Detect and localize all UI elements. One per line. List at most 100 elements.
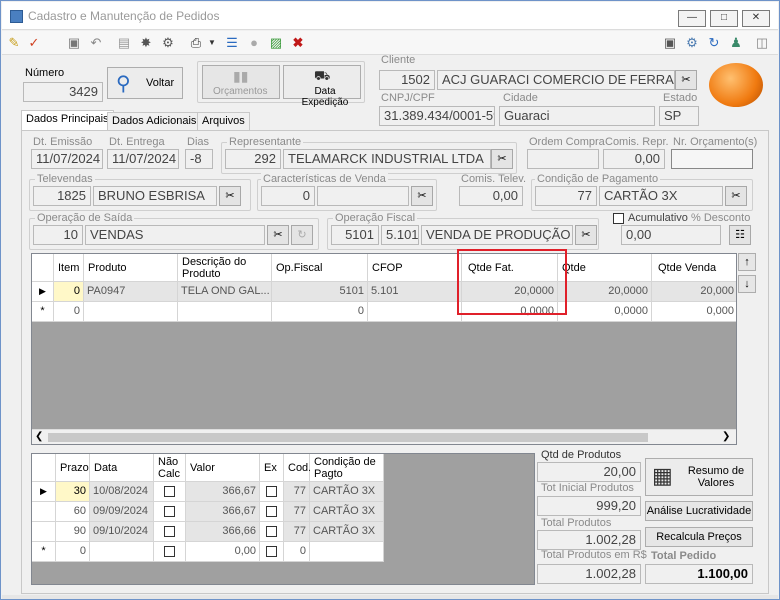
table-cell[interactable]: 60 xyxy=(56,502,90,522)
recalcula-precos-button[interactable]: Recalcula Preços xyxy=(645,527,753,547)
close-icon[interactable]: ✕ xyxy=(742,10,770,27)
dt-entrega-field[interactable]: 11/07/2024 xyxy=(107,149,179,169)
table-cell[interactable]: 77 xyxy=(284,482,310,502)
col-header-data[interactable]: Data xyxy=(90,454,154,482)
operacao-saida-name-field[interactable]: VENDAS xyxy=(85,225,265,245)
televendas-name-field[interactable]: BRUNO ESBRISA xyxy=(93,186,217,206)
table-cell[interactable]: CARTÃO 3X xyxy=(310,482,384,502)
list-icon[interactable]: ☰ xyxy=(224,35,240,51)
row-indicator[interactable] xyxy=(32,522,56,542)
table-cell[interactable]: 10/08/2024 xyxy=(90,482,154,502)
table-cell[interactable]: TELA OND GAL... xyxy=(178,282,272,302)
col-header-item[interactable]: Item xyxy=(54,254,84,282)
table-cell[interactable]: 0 xyxy=(54,302,84,322)
table-cell[interactable] xyxy=(84,302,178,322)
checkbox[interactable] xyxy=(266,545,277,557)
checkbox-cell[interactable] xyxy=(260,542,284,562)
resumo-valores-button[interactable]: ▦ Resumo de Valores xyxy=(645,458,753,496)
col-header-condicao[interactable]: Condição de Pagto xyxy=(310,454,384,482)
table-cell[interactable]: 09/09/2024 xyxy=(90,502,154,522)
table-cell[interactable]: 20,000 xyxy=(652,282,736,302)
scroll-left-icon[interactable]: ❮ xyxy=(35,431,43,442)
voltar-button[interactable]: ⚲ Voltar xyxy=(107,67,183,99)
block-icon[interactable]: ● xyxy=(246,35,262,51)
operacao-fiscal-lookup-button[interactable]: ✂ xyxy=(575,225,597,245)
horizontal-scrollbar[interactable]: ❮ ❯ xyxy=(32,429,736,444)
print-icon[interactable]: ⎙ xyxy=(188,35,204,51)
checkbox-cell[interactable] xyxy=(154,522,186,542)
cliente-lookup-button[interactable]: ✂ xyxy=(675,70,697,90)
col-header-descricao[interactable]: Descrição do Produto xyxy=(178,254,272,282)
table-cell[interactable]: 366,67 xyxy=(186,482,260,502)
refresh-icon[interactable]: ↻ xyxy=(706,35,722,51)
row-indicator[interactable]: ▶ xyxy=(32,282,54,302)
table-cell[interactable]: 90 xyxy=(56,522,90,542)
operacao-saida-refresh-button[interactable]: ↻ xyxy=(291,225,313,245)
row-indicator[interactable]: * xyxy=(32,542,56,562)
operacao-saida-code-field[interactable]: 10 xyxy=(33,225,83,245)
col-header-prazo[interactable]: Prazo xyxy=(56,454,90,482)
condicao-lookup-button[interactable]: ✂ xyxy=(725,186,747,206)
move-up-button[interactable]: ↑ xyxy=(738,253,756,271)
table-cell[interactable]: 77 xyxy=(284,522,310,542)
nr-orcamento-field[interactable] xyxy=(671,149,753,169)
cliente-code-field[interactable]: 1502 xyxy=(379,70,435,90)
table-cell[interactable]: PA0947 xyxy=(84,282,178,302)
checkbox-cell[interactable] xyxy=(260,482,284,502)
col-header-produto[interactable]: Produto xyxy=(84,254,178,282)
table-cell[interactable]: 20,0000 xyxy=(558,282,652,302)
desconto-settings-button[interactable]: ☷ xyxy=(729,225,751,245)
cliente-name-field[interactable]: ACJ GUARACI COMERCIO DE FERRAGI xyxy=(437,70,675,90)
caracteristicas-name-field[interactable] xyxy=(317,186,409,206)
col-header-qtde-venda[interactable]: Qtde Venda xyxy=(652,254,736,282)
checkbox[interactable] xyxy=(266,505,277,517)
col-header-nao-calc[interactable]: Não Calc xyxy=(154,454,186,482)
checkbox[interactable] xyxy=(164,525,175,537)
table-cell[interactable]: 0,0000 xyxy=(558,302,652,322)
operacao-fiscal-name-field[interactable]: VENDA DE PRODUÇÃO I xyxy=(421,225,573,245)
table-cell[interactable]: 366,67 xyxy=(186,502,260,522)
export-icon[interactable]: ▨ xyxy=(268,35,284,51)
table-cell[interactable]: 5101 xyxy=(272,282,368,302)
estado-field[interactable]: SP xyxy=(659,106,699,126)
scroll-right-icon[interactable]: ❯ xyxy=(722,431,730,442)
delete-icon[interactable]: ✖ xyxy=(290,35,306,51)
caracteristicas-code-field[interactable]: 0 xyxy=(261,186,315,206)
data-expedicao-button[interactable]: ⛟ Data Expedição xyxy=(283,65,361,108)
maximize-icon[interactable]: □ xyxy=(710,10,738,27)
filter-icon[interactable]: ✸ xyxy=(138,35,154,51)
new-icon[interactable]: ✎ xyxy=(6,35,22,51)
table-cell[interactable]: 0 xyxy=(272,302,368,322)
table-cell[interactable]: 0 xyxy=(284,542,310,562)
table-cell[interactable] xyxy=(90,542,154,562)
table-cell[interactable]: 0,00 xyxy=(186,542,260,562)
tab-arquivos[interactable]: Arquivos xyxy=(197,112,250,130)
checkbox[interactable] xyxy=(266,485,277,497)
tab-dados-adicionais[interactable]: Dados Adicionais xyxy=(107,112,202,130)
row-indicator[interactable] xyxy=(32,502,56,522)
tools-icon[interactable]: ⚙ xyxy=(160,35,176,51)
row-indicator[interactable]: ▶ xyxy=(32,482,56,502)
scroll-thumb[interactable] xyxy=(48,433,648,442)
representante-code-field[interactable]: 292 xyxy=(225,149,281,169)
table-cell[interactable]: 30 xyxy=(56,482,90,502)
table-cell[interactable]: CARTÃO 3X xyxy=(310,522,384,542)
televendas-code-field[interactable]: 1825 xyxy=(33,186,91,206)
orcamentos-button[interactable]: ▮▮ Orçamentos xyxy=(202,65,280,99)
operacao-fiscal-cfop-field[interactable]: 5.101 xyxy=(381,225,419,245)
numero-field[interactable]: 3429 xyxy=(23,82,103,102)
checkbox-cell[interactable] xyxy=(260,502,284,522)
cnpj-field[interactable]: 31.389.434/0001-59 xyxy=(379,106,495,126)
search-icon[interactable]: ▤ xyxy=(116,35,132,51)
checkbox[interactable] xyxy=(266,525,277,537)
exit-icon[interactable]: ◫ xyxy=(754,35,770,51)
chevron-down-icon[interactable]: ▼ xyxy=(204,35,220,51)
table-cell[interactable]: CARTÃO 3X xyxy=(310,502,384,522)
checkbox-cell[interactable] xyxy=(260,522,284,542)
tab-dados-principais[interactable]: Dados Principais xyxy=(21,110,114,131)
col-header-cfop[interactable]: CFOP xyxy=(368,254,462,282)
cidade-field[interactable]: Guaraci xyxy=(499,106,655,126)
operacao-saida-lookup-button[interactable]: ✂ xyxy=(267,225,289,245)
settings-icon[interactable]: ⚙ xyxy=(684,35,700,51)
table-cell[interactable] xyxy=(178,302,272,322)
